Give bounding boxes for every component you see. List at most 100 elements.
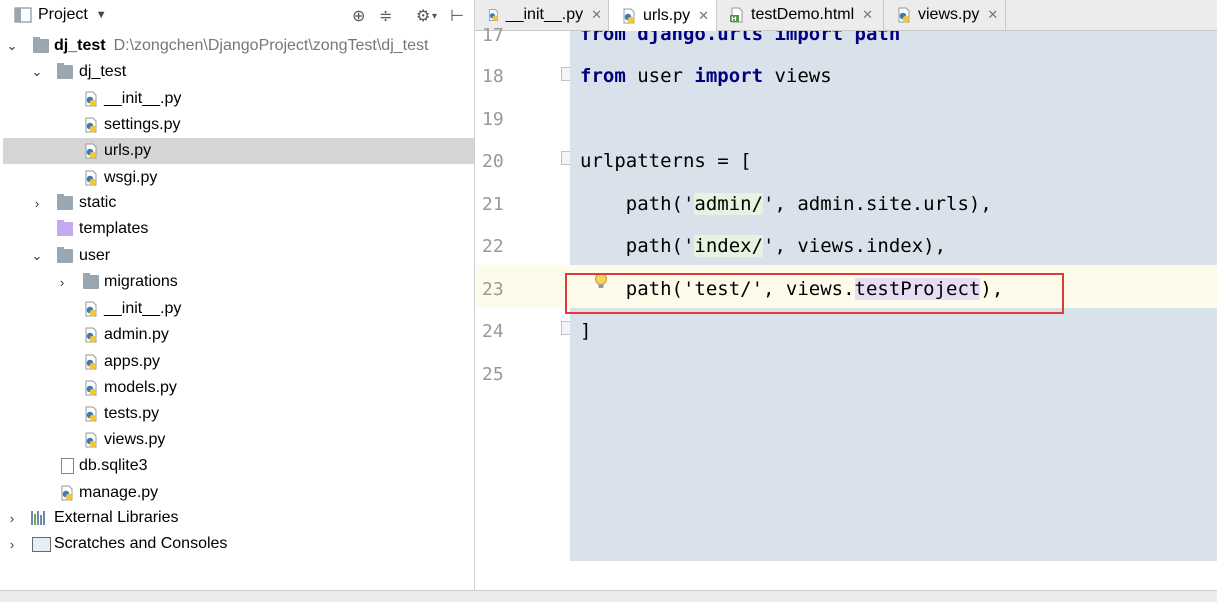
- code-text: path(': [580, 235, 695, 257]
- keyword-token: from: [580, 65, 626, 87]
- code-line-17: from django.urls import path: [580, 31, 900, 45]
- tree-item-migrations[interactable]: › migrations: [3, 269, 474, 295]
- html-file-icon: H: [730, 7, 743, 23]
- hide-icon[interactable]: ⊢: [450, 6, 464, 26]
- tree-item-label: admin.py: [104, 326, 169, 343]
- locate-icon[interactable]: ⊕: [352, 6, 365, 26]
- project-view-selector[interactable]: Project ▼: [14, 6, 107, 24]
- gear-icon[interactable]: ⚙: [416, 6, 430, 26]
- project-panel-title: Project: [38, 6, 88, 23]
- scratches-icon: [32, 536, 51, 552]
- python-file-icon: [85, 301, 97, 317]
- code-text: path(': [580, 193, 695, 215]
- tree-item-wsgi-py[interactable]: wsgi.py: [3, 165, 474, 191]
- line-number: 20: [482, 151, 504, 172]
- status-strip: [0, 590, 1217, 602]
- gear-dropdown-icon[interactable]: ▾: [432, 11, 437, 22]
- tree-item-models-py[interactable]: models.py: [3, 375, 474, 401]
- code-text: views: [763, 65, 832, 87]
- close-icon[interactable]: ✕: [591, 7, 602, 23]
- folder-icon: [57, 247, 73, 263]
- tree-item-apps-py[interactable]: apps.py: [3, 349, 474, 375]
- python-file-icon: [488, 9, 498, 21]
- line-number: 21: [482, 194, 504, 215]
- tree-item-dj_test[interactable]: ⌄ dj_test: [3, 59, 474, 85]
- folder-icon: [57, 194, 73, 210]
- tree-item-user-init-py[interactable]: __init__.py: [3, 296, 474, 322]
- tree-item-label: __init__.py: [104, 90, 182, 107]
- python-file-icon: [898, 7, 910, 23]
- collapsed-arrow-icon[interactable]: ›: [5, 537, 19, 552]
- line-number: 22: [482, 236, 504, 257]
- tree-item-db-sqlite3[interactable]: db.sqlite3: [3, 453, 474, 479]
- chevron-down-icon: ▼: [95, 9, 107, 21]
- tree-item-label: static: [79, 194, 117, 211]
- python-file-icon: [61, 485, 73, 501]
- line-number: 19: [482, 109, 504, 130]
- project-path: D:\zongchen\DjangoProject\zongTest\dj_te…: [113, 37, 429, 54]
- collapsed-arrow-icon[interactable]: ›: [30, 196, 44, 211]
- python-file-icon: [85, 406, 97, 422]
- tab-label: views.py: [918, 6, 980, 23]
- python-file-icon: [623, 8, 635, 23]
- tree-item-dj_test-root[interactable]: ⌄ dj_test D:\zongchen\DjangoProject\zongT…: [3, 33, 474, 59]
- code-line-22: path('index/', views.index),: [580, 235, 946, 257]
- tree-item-label: settings.py: [104, 116, 181, 133]
- tree-item-templates[interactable]: templates: [3, 216, 474, 242]
- line-number: 24: [482, 321, 504, 342]
- tree-item-label: db.sqlite3: [79, 457, 148, 474]
- tree-item-static[interactable]: › static: [3, 190, 474, 216]
- string-highlight: index/: [694, 235, 764, 257]
- editor-tab-bar: __init__.py ✕ urls.py ✕ H testDemo.html …: [475, 0, 1217, 31]
- expand-arrow-icon[interactable]: ⌄: [30, 248, 44, 264]
- python-file-icon: [85, 432, 97, 448]
- tab-testdemo-html[interactable]: H testDemo.html ✕: [717, 0, 884, 30]
- python-file-icon: [85, 143, 97, 159]
- line-number-gutter: 17 18 19 20 21 22 23 24 25: [475, 25, 573, 561]
- tree-item-label: External Libraries: [54, 509, 179, 526]
- code-line-21: path('admin/', admin.site.urls),: [580, 193, 992, 215]
- folder-icon: [83, 273, 99, 289]
- tree-item-label: migrations: [104, 273, 178, 290]
- folder-icon: [57, 63, 73, 79]
- line-number: 25: [482, 364, 504, 385]
- line-number: 18: [482, 66, 504, 87]
- tree-item-label: dj_test: [54, 37, 106, 54]
- collapsed-arrow-icon[interactable]: ›: [55, 275, 69, 290]
- tree-item-views-py[interactable]: views.py: [3, 427, 474, 453]
- tree-item-urls-py[interactable]: urls.py: [3, 138, 474, 164]
- string-highlight: admin/: [694, 193, 764, 215]
- tab-views-py[interactable]: views.py ✕: [884, 0, 1006, 30]
- tree-item-init-py[interactable]: __init__.py: [3, 86, 474, 112]
- tree-item-label: tests.py: [104, 405, 160, 422]
- tree-item-settings-py[interactable]: settings.py: [3, 112, 474, 138]
- tree-item-tests-py[interactable]: tests.py: [3, 401, 474, 427]
- python-file-icon: [85, 91, 97, 107]
- code-text: ', views.index),: [763, 235, 947, 257]
- tree-item-label: manage.py: [79, 484, 159, 501]
- code-editor: __init__.py ✕ urls.py ✕ H testDemo.html …: [475, 0, 1217, 590]
- close-icon[interactable]: ✕: [987, 7, 998, 23]
- tree-item-external-libraries[interactable]: › External Libraries: [3, 505, 474, 531]
- collapse-icon[interactable]: ≑: [379, 6, 392, 26]
- tab-urls-py[interactable]: urls.py ✕: [609, 0, 717, 31]
- code-text: ', admin.site.urls),: [763, 193, 992, 215]
- tree-item-user[interactable]: ⌄ user: [3, 243, 474, 269]
- expand-arrow-icon[interactable]: ⌄: [5, 38, 19, 54]
- python-file-icon: [85, 380, 97, 396]
- tree-item-label: wsgi.py: [104, 169, 158, 186]
- close-icon[interactable]: ✕: [698, 8, 709, 24]
- code-line-24: ]: [580, 320, 591, 342]
- tree-item-admin-py[interactable]: admin.py: [3, 322, 474, 348]
- templates-folder-icon: [57, 220, 73, 236]
- code-text: ]: [580, 320, 592, 342]
- tree-item-scratches[interactable]: › Scratches and Consoles: [3, 531, 474, 557]
- collapsed-arrow-icon[interactable]: ›: [5, 511, 19, 526]
- tree-item-manage-py[interactable]: manage.py: [3, 480, 474, 506]
- project-icon: [14, 7, 32, 23]
- expand-arrow-icon[interactable]: ⌄: [30, 64, 44, 80]
- code-line-18: from user import views: [580, 65, 832, 87]
- keyword-token: import: [694, 65, 764, 87]
- python-file-icon: [85, 354, 97, 370]
- close-icon[interactable]: ✕: [862, 7, 873, 23]
